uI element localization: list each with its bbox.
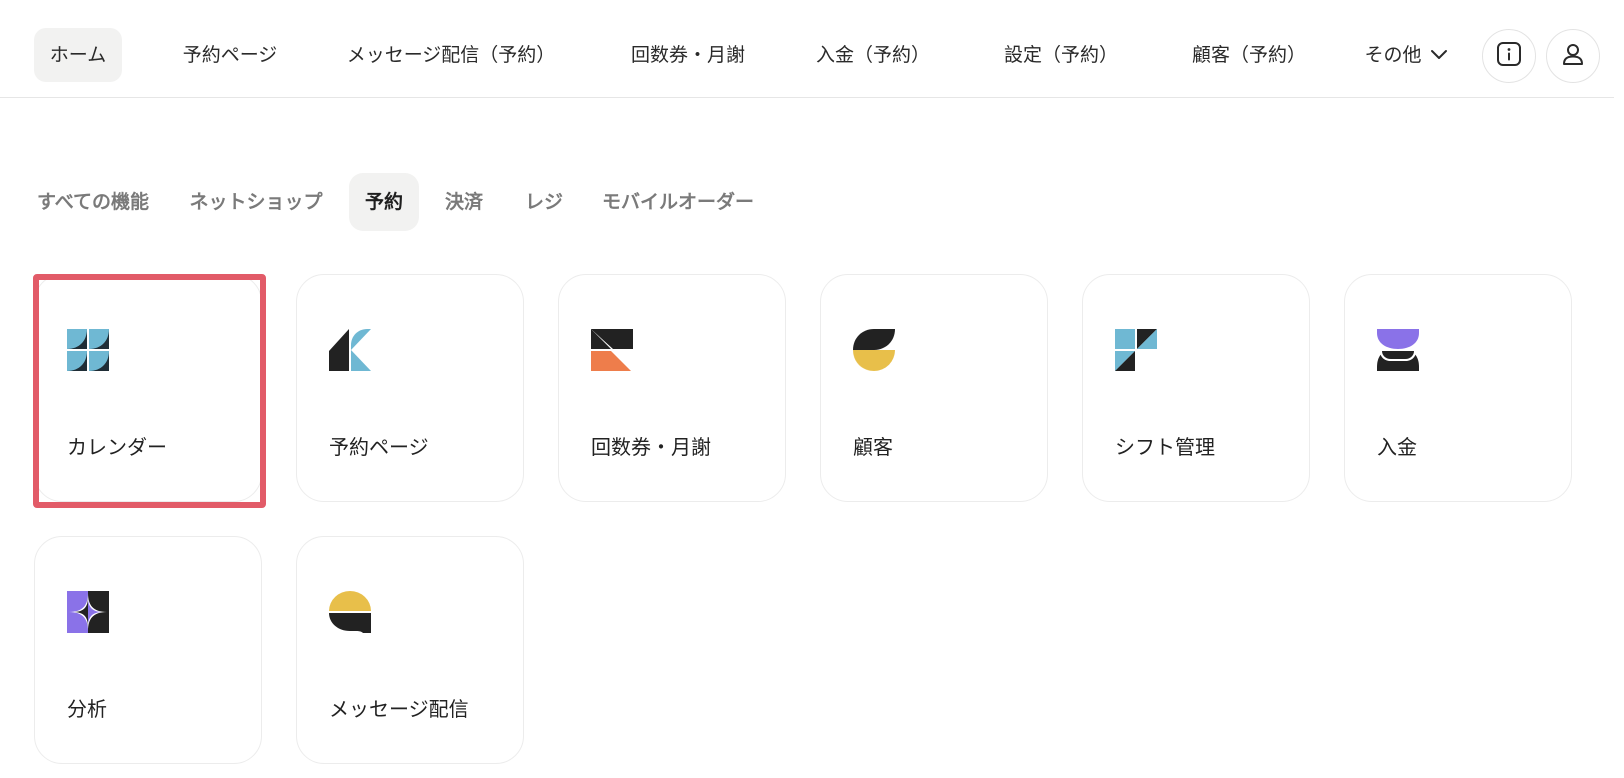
feature-card-label: 入金 — [1377, 435, 1417, 459]
nav-item-customers[interactable]: 顧客（予約） — [1184, 28, 1314, 82]
feature-card-shift[interactable]: シフト管理 — [1082, 274, 1310, 509]
tab-reservation[interactable]: 予約 — [349, 173, 419, 231]
ticket-icon — [591, 329, 633, 371]
info-icon — [1496, 41, 1522, 71]
nav-item-home[interactable]: ホーム — [34, 28, 122, 82]
nav-item-reservation-page[interactable]: 予約ページ — [168, 28, 292, 82]
feature-card-label: 予約ページ — [329, 435, 429, 459]
customer-icon — [853, 329, 895, 371]
tab-payment[interactable]: 決済 — [436, 173, 492, 231]
feature-card-customer[interactable]: 顧客 — [820, 274, 1048, 509]
reservation-page-icon — [329, 329, 371, 371]
feature-card-analytics[interactable]: 分析 — [34, 536, 262, 771]
tab-all-features[interactable]: すべての機能 — [30, 173, 156, 231]
tab-mobile-order[interactable]: モバイルオーダー — [596, 173, 760, 231]
feature-card-message[interactable]: メッセージ配信 — [296, 536, 524, 771]
message-icon — [329, 591, 371, 633]
account-button[interactable] — [1546, 29, 1600, 83]
nav-more-label: その他 — [1364, 44, 1422, 66]
nav-item-message-delivery[interactable]: メッセージ配信（予約） — [342, 28, 560, 82]
info-button[interactable] — [1482, 29, 1536, 83]
feature-card-label: メッセージ配信 — [329, 697, 469, 721]
nav-more-menu[interactable]: その他 — [1356, 28, 1456, 82]
calendar-icon — [67, 329, 109, 371]
feature-card-label: 回数券・月謝 — [591, 435, 711, 459]
shift-icon — [1115, 329, 1157, 371]
feature-card-label: シフト管理 — [1115, 435, 1215, 459]
feature-card-deposit[interactable]: 入金 — [1344, 274, 1572, 509]
feature-card-calendar[interactable]: カレンダー — [34, 274, 262, 509]
deposit-icon — [1377, 329, 1419, 371]
feature-card-reservation-page[interactable]: 予約ページ — [296, 274, 524, 509]
tab-net-shop[interactable]: ネットショップ — [184, 173, 328, 231]
feature-card-label: カレンダー — [67, 435, 167, 459]
feature-card-label: 顧客 — [853, 435, 893, 459]
chevron-down-icon — [1430, 49, 1448, 61]
feature-card-label: 分析 — [67, 697, 107, 721]
tab-register[interactable]: レジ — [516, 173, 572, 231]
nav-item-tickets[interactable]: 回数券・月謝 — [620, 28, 756, 82]
nav-item-settings[interactable]: 設定（予約） — [996, 28, 1126, 82]
user-icon — [1560, 41, 1586, 71]
analytics-icon — [67, 591, 109, 633]
feature-card-tickets[interactable]: 回数券・月謝 — [558, 274, 786, 509]
nav-item-deposit[interactable]: 入金（予約） — [808, 28, 938, 82]
top-navigation: ホーム 予約ページ メッセージ配信（予約） 回数券・月謝 入金（予約） 設定（予… — [0, 0, 1614, 98]
